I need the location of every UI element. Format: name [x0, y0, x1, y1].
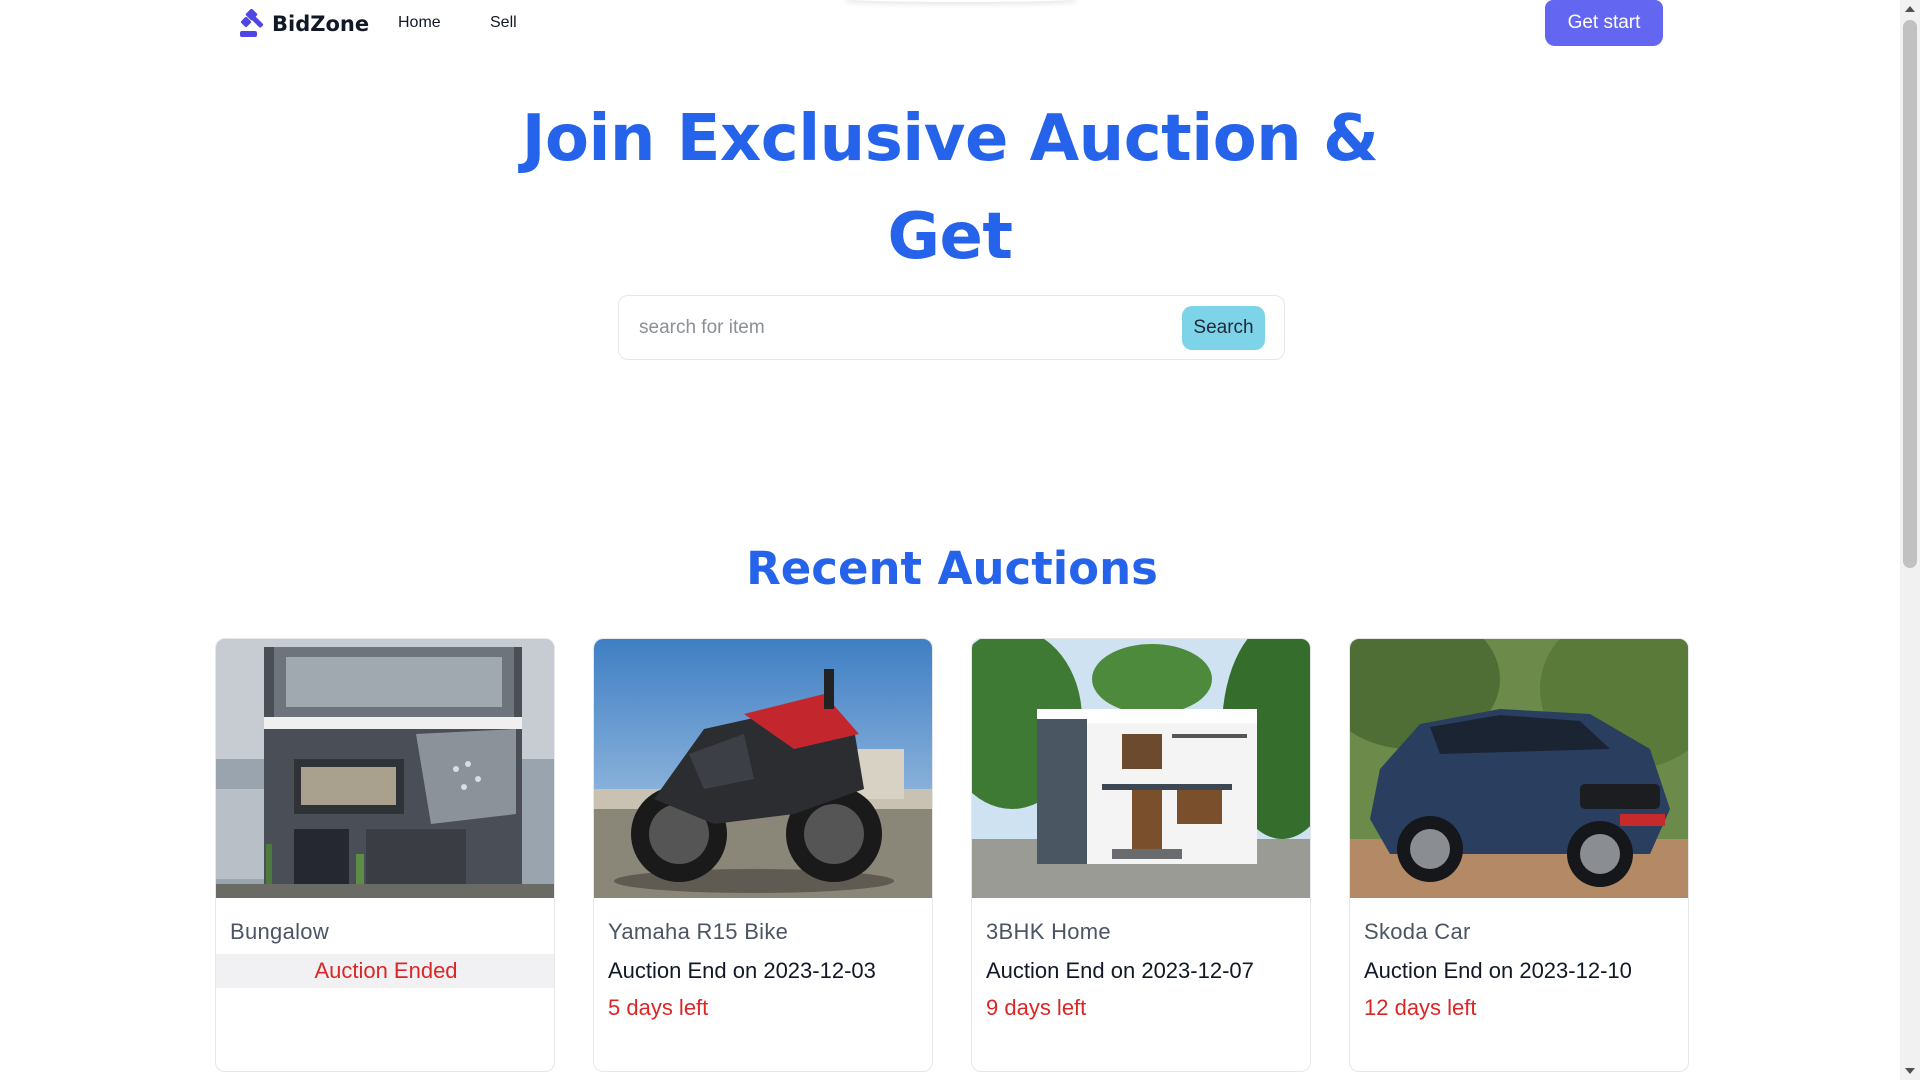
- auction-end-date: Auction End on 2023-12-03: [608, 958, 876, 983]
- scrollbar-thumb[interactable]: [1903, 20, 1917, 568]
- auction-card[interactable]: Yamaha R15 Bike Auction End on 2023-12-0…: [593, 638, 933, 1072]
- days-left-text: 12 days left: [1364, 995, 1477, 1020]
- nav-sell-link[interactable]: Sell: [490, 14, 517, 32]
- brand-logo[interactable]: BidZone: [238, 7, 369, 41]
- nav-home-link[interactable]: Home: [398, 14, 441, 32]
- days-left-text: 5 days left: [608, 995, 709, 1020]
- hero-title-line1: Join Exclusive Auction & Get: [521, 102, 1379, 274]
- get-start-button[interactable]: Get start: [1545, 0, 1663, 46]
- brand-name: BidZone: [272, 12, 370, 36]
- auction-end-date: Auction End on 2023-12-10: [1364, 958, 1632, 983]
- gavel-icon: [240, 9, 264, 37]
- auction-card[interactable]: Bungalow Auction Ended: [215, 638, 555, 1072]
- search-input[interactable]: [620, 297, 1160, 358]
- motorcycle-image: [594, 639, 932, 898]
- auction-end-date: Auction End on 2023-12-07: [986, 958, 1254, 983]
- recent-auctions-title: Recent Auctions: [746, 542, 1158, 595]
- auction-status-badge: Auction Ended: [216, 954, 554, 988]
- nav-divider: [846, 0, 1076, 2]
- days-left-text: 9 days left: [986, 995, 1087, 1020]
- auction-item-name: Yamaha R15 Bike: [608, 919, 789, 944]
- scroll-up-arrow-icon[interactable]: [1905, 6, 1915, 12]
- search-bar: Search: [618, 295, 1285, 360]
- page: BidZone Home Sell Get start Join Exclusi…: [0, 0, 1920, 1080]
- auction-card[interactable]: Skoda Car Auction End on 2023-12-10 12 d…: [1349, 638, 1689, 1072]
- scroll-down-arrow-icon[interactable]: [1905, 1068, 1915, 1074]
- suv-image: [1350, 639, 1688, 898]
- bungalow-image: [216, 639, 554, 898]
- navbar: BidZone Home Sell Get start: [0, 0, 1900, 50]
- auction-item-name: Bungalow: [230, 919, 330, 944]
- search-button[interactable]: Search: [1182, 306, 1265, 350]
- auction-item-name: Skoda Car: [1364, 919, 1471, 944]
- house-image: [972, 639, 1310, 898]
- auction-item-name: 3BHK Home: [986, 919, 1111, 944]
- auction-card[interactable]: 3BHK Home Auction End on 2023-12-07 9 da…: [971, 638, 1311, 1072]
- page-scrollbar[interactable]: [1900, 0, 1920, 1080]
